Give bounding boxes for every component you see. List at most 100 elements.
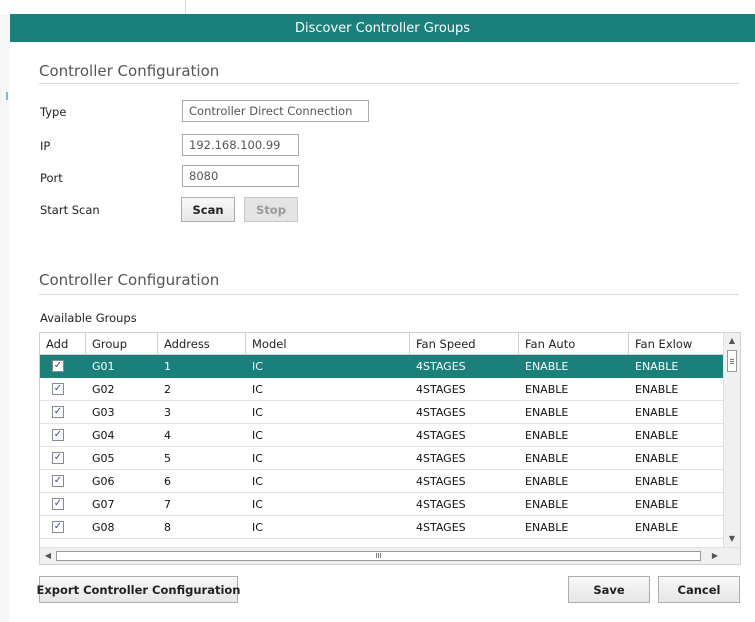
cell-group: G03 <box>92 406 115 419</box>
scan-button[interactable]: Scan <box>181 197 235 222</box>
table-row[interactable]: ✓ G05 5 IC 4STAGES ENABLE ENABLE <box>40 447 723 470</box>
config-section-divider <box>39 83 739 84</box>
cell-address: 3 <box>164 406 171 419</box>
scroll-up-arrow-icon[interactable]: ▲ <box>724 333 740 349</box>
cell-group: G02 <box>92 383 115 396</box>
add-checkbox[interactable]: ✓ <box>52 452 64 464</box>
cell-model: IC <box>252 475 263 488</box>
table-row[interactable]: ✓ G03 3 IC 4STAGES ENABLE ENABLE <box>40 401 723 424</box>
cell-fan-auto: ENABLE <box>525 429 569 442</box>
cell-fan-speed: 4STAGES <box>416 383 466 396</box>
cancel-button[interactable]: Cancel <box>658 576 740 603</box>
add-checkbox[interactable]: ✓ <box>52 498 64 510</box>
port-label: Port <box>40 171 63 185</box>
cell-group: G04 <box>92 429 115 442</box>
cell-model: IC <box>252 360 263 373</box>
add-checkbox[interactable]: ✓ <box>52 383 64 395</box>
background-marker <box>6 92 8 100</box>
export-configuration-button[interactable]: Export Controller Configuration <box>37 576 240 603</box>
cell-fan-speed: 4STAGES <box>416 521 466 534</box>
cell-fan-exlow: ENABLE <box>635 475 679 488</box>
table-header: Add Group Address Model Fan Speed Fan Au… <box>40 333 723 355</box>
ip-field[interactable]: 192.168.100.99 <box>182 134 299 156</box>
column-header-model[interactable]: Model <box>246 333 410 354</box>
cell-fan-auto: ENABLE <box>525 475 569 488</box>
cell-fan-exlow: ENABLE <box>635 452 679 465</box>
vertical-scrollbar[interactable]: ▲ ▼ <box>723 333 740 547</box>
cell-group: G06 <box>92 475 115 488</box>
table-row[interactable]: ✓ G01 1 IC 4STAGES ENABLE ENABLE <box>40 355 723 378</box>
add-checkbox[interactable]: ✓ <box>52 429 64 441</box>
table-row[interactable]: ✓ G06 6 IC 4STAGES ENABLE ENABLE <box>40 470 723 493</box>
available-groups-label: Available Groups <box>40 311 137 325</box>
cell-model: IC <box>252 521 263 534</box>
cell-fan-speed: 4STAGES <box>416 475 466 488</box>
cell-fan-auto: ENABLE <box>525 360 569 373</box>
cell-fan-auto: ENABLE <box>525 452 569 465</box>
cell-fan-speed: 4STAGES <box>416 498 466 511</box>
dialog-title: Discover Controller Groups <box>294 20 471 36</box>
dialog-titlebar[interactable]: Discover Controller Groups <box>10 14 755 42</box>
cell-model: IC <box>252 429 263 442</box>
discover-controller-groups-dialog: Discover Controller Groups Controller Co… <box>10 14 755 622</box>
vertical-scroll-thumb[interactable] <box>727 350 737 372</box>
available-groups-table[interactable]: Add Group Address Model Fan Speed Fan Au… <box>39 332 741 565</box>
add-checkbox[interactable]: ✓ <box>52 521 64 533</box>
column-header-fan-exlow[interactable]: Fan Exlow <box>629 333 723 354</box>
table-row[interactable]: ✓ G04 4 IC 4STAGES ENABLE ENABLE <box>40 424 723 447</box>
grip-line <box>730 361 734 362</box>
type-field[interactable]: Controller Direct Connection <box>182 100 369 122</box>
background-window-strip <box>0 0 755 14</box>
column-header-group[interactable]: Group <box>86 333 158 354</box>
cell-fan-auto: ENABLE <box>525 383 569 396</box>
add-checkbox[interactable]: ✓ <box>52 360 64 372</box>
column-header-fan-speed[interactable]: Fan Speed <box>410 333 519 354</box>
column-header-address[interactable]: Address <box>158 333 246 354</box>
cell-address: 4 <box>164 429 171 442</box>
cell-address: 8 <box>164 521 171 534</box>
cell-address: 2 <box>164 383 171 396</box>
horizontal-scroll-thumb[interactable]: III <box>56 551 701 561</box>
save-button[interactable]: Save <box>568 576 650 603</box>
grip-line <box>730 363 734 364</box>
add-checkbox[interactable]: ✓ <box>52 475 64 487</box>
ip-label: IP <box>40 139 51 153</box>
cell-address: 6 <box>164 475 171 488</box>
groups-section-divider <box>39 294 739 295</box>
cell-fan-speed: 4STAGES <box>416 429 466 442</box>
cell-model: IC <box>252 498 263 511</box>
stop-button[interactable]: Stop <box>244 197 298 222</box>
horizontal-scrollbar[interactable]: ◀ III ▶ <box>40 547 740 564</box>
add-checkbox[interactable]: ✓ <box>52 406 64 418</box>
cell-fan-auto: ENABLE <box>525 498 569 511</box>
cell-fan-exlow: ENABLE <box>635 360 679 373</box>
table-row[interactable]: ✓ G08 8 IC 4STAGES ENABLE ENABLE <box>40 516 723 539</box>
cell-model: IC <box>252 452 263 465</box>
cell-fan-exlow: ENABLE <box>635 429 679 442</box>
port-field[interactable]: 8080 <box>182 165 299 187</box>
background-window-edge <box>0 14 9 622</box>
scroll-right-arrow-icon[interactable]: ▶ <box>707 548 723 564</box>
table-row[interactable]: ✓ G02 2 IC 4STAGES ENABLE ENABLE <box>40 378 723 401</box>
cell-model: IC <box>252 406 263 419</box>
column-header-add[interactable]: Add <box>40 333 86 354</box>
cell-group: G05 <box>92 452 115 465</box>
background-divider <box>185 0 186 14</box>
cell-address: 7 <box>164 498 171 511</box>
cell-model: IC <box>252 383 263 396</box>
cell-fan-auto: ENABLE <box>525 521 569 534</box>
cell-fan-exlow: ENABLE <box>635 498 679 511</box>
cell-fan-exlow: ENABLE <box>635 406 679 419</box>
cell-fan-exlow: ENABLE <box>635 383 679 396</box>
scroll-down-arrow-icon[interactable]: ▼ <box>724 531 740 547</box>
column-header-fan-auto[interactable]: Fan Auto <box>519 333 629 354</box>
table-row[interactable]: ✓ G07 7 IC 4STAGES ENABLE ENABLE <box>40 493 723 516</box>
scroll-left-arrow-icon[interactable]: ◀ <box>40 548 56 564</box>
groups-section-title: Controller Configuration <box>39 271 220 289</box>
cell-fan-speed: 4STAGES <box>416 452 466 465</box>
cell-fan-speed: 4STAGES <box>416 360 466 373</box>
type-label: Type <box>40 105 67 119</box>
start-scan-label: Start Scan <box>40 203 100 217</box>
grip-line <box>730 359 734 360</box>
cell-fan-speed: 4STAGES <box>416 406 466 419</box>
